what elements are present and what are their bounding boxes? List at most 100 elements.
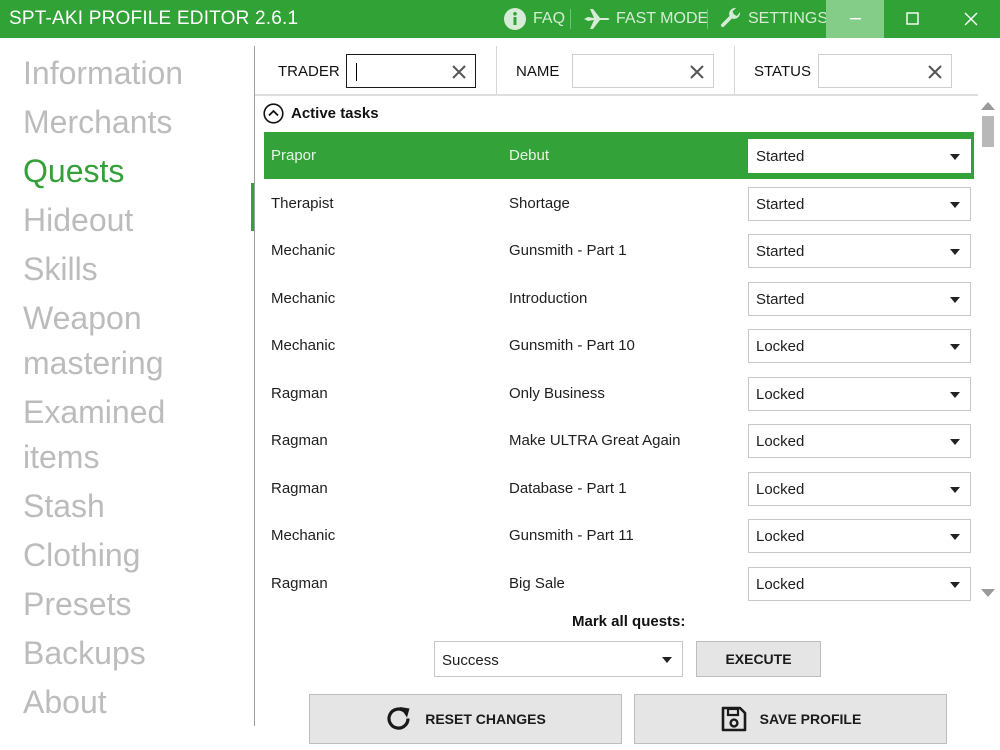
dropdown-arrow-icon [950,534,960,540]
quest-status-dropdown[interactable]: Started [748,139,971,173]
dropdown-arrow-icon [950,392,960,398]
quest-status-value: Locked [756,338,805,355]
dropdown-arrow-icon [662,657,672,663]
sidebar-item-weapon-mastering[interactable]: Weapon mastering [23,296,248,386]
quest-status-dropdown[interactable]: Started [748,234,971,268]
fast-mode-button[interactable]: FAST MODE [583,0,708,38]
quest-status-dropdown[interactable]: Locked [748,519,971,553]
quest-name: Make ULTRA Great Again [509,432,681,449]
execute-label: EXECUTE [725,651,792,667]
faq-button[interactable]: FAQ [503,0,565,38]
quest-status-dropdown[interactable]: Locked [748,329,971,363]
save-floppy-icon [721,706,746,732]
quest-row[interactable]: Prapor Debut Started [264,132,974,179]
quest-trader: Mechanic [271,337,336,354]
quest-status-dropdown[interactable]: Started [748,282,971,316]
save-profile-label: SAVE PROFILE [759,711,862,727]
quest-status-value: Started [756,148,805,165]
settings-button[interactable]: SETTINGS [719,0,828,38]
quest-row[interactable]: Mechanic Introduction Started [264,275,974,322]
status-filter-label: STATUS [754,63,811,80]
reset-changes-label: RESET CHANGES [425,711,546,727]
quest-name: Gunsmith - Part 11 [509,527,634,544]
quest-row[interactable]: Ragman Only Business Locked [264,370,974,417]
dropdown-arrow-icon [950,439,960,445]
mark-all-status-dropdown[interactable]: Success [434,641,683,677]
sidebar-item-examined-items[interactable]: Examined items [23,390,248,480]
scroll-down-arrow-icon[interactable] [981,589,995,597]
minimize-icon [850,18,861,20]
airplane-icon [583,8,611,30]
quest-trader: Mechanic [271,290,336,307]
save-profile-button[interactable]: SAVE PROFILE [634,694,947,744]
trader-filter-label: TRADER [278,63,340,80]
quest-name: Gunsmith - Part 10 [509,337,635,354]
dropdown-arrow-icon [950,297,960,303]
header-divider [255,94,978,96]
close-window-button[interactable] [942,0,1000,38]
quest-trader: Therapist [271,195,334,212]
sidebar-item-information[interactable]: Information [23,51,248,96]
maximize-icon [906,12,919,25]
quest-status-dropdown[interactable]: Locked [748,377,971,411]
quest-row[interactable]: Ragman Database - Part 1 Locked [264,465,974,512]
quest-status-dropdown[interactable]: Locked [748,472,971,506]
quest-trader: Ragman [271,575,328,592]
sidebar-item-quests[interactable]: Quests [23,149,248,194]
mark-all-status-value: Success [442,652,499,669]
sidebar-item-presets[interactable]: Presets [23,582,248,627]
clear-icon[interactable] [689,64,705,80]
sidebar-item-stash[interactable]: Stash [23,484,248,529]
column-separator [734,46,735,94]
title-separator [570,9,571,29]
quest-row[interactable]: Ragman Make ULTRA Great Again Locked [264,417,974,464]
quest-status-value: Locked [756,386,805,403]
quest-status-dropdown[interactable]: Locked [748,567,971,601]
name-filter-field [572,54,714,88]
column-separator [496,46,497,94]
sidebar-item-clothing[interactable]: Clothing [23,533,248,578]
dropdown-arrow-icon [950,582,960,588]
sidebar-nav: Information Merchants Quests Hideout Ski… [0,38,255,726]
faq-label: FAQ [533,10,566,27]
quest-name: Only Business [509,385,605,402]
quest-status-value: Locked [756,481,805,498]
active-tasks-group-header[interactable]: Active tasks [263,101,379,125]
quest-row[interactable]: Ragman Big Sale Locked [264,560,974,607]
quest-trader: Ragman [271,432,328,449]
sidebar-item-about[interactable]: About [23,680,248,725]
text-caret [356,63,357,81]
quest-name: Introduction [509,290,588,307]
chevron-up-circle-icon [263,102,284,124]
clear-icon[interactable] [927,64,943,80]
close-icon [964,12,978,26]
settings-label: SETTINGS [748,10,829,27]
sidebar-item-merchants[interactable]: Merchants [23,100,248,145]
maximize-button[interactable] [884,0,942,38]
sidebar-item-backups[interactable]: Backups [23,631,248,676]
quest-row[interactable]: Mechanic Gunsmith - Part 1 Started [264,227,974,274]
title-bar: SPT-AKI PROFILE EDITOR 2.6.1 FAQ FAST MO… [0,0,1000,38]
fast-mode-label: FAST MODE [616,10,709,27]
reset-changes-button[interactable]: RESET CHANGES [309,694,622,744]
quest-name: Gunsmith - Part 1 [509,242,627,259]
sidebar-divider [254,46,255,726]
quest-trader: Ragman [271,385,328,402]
quest-row[interactable]: Mechanic Gunsmith - Part 10 Locked [264,322,974,369]
sidebar-item-skills[interactable]: Skills [23,247,248,292]
sidebar-item-hideout[interactable]: Hideout [23,198,248,243]
scrollbar-thumb[interactable] [982,116,994,147]
minimize-button[interactable] [826,0,884,38]
execute-button[interactable]: EXECUTE [696,641,821,677]
quest-trader: Mechanic [271,242,336,259]
scroll-up-arrow-icon[interactable] [981,102,995,110]
quest-status-value: Started [756,243,805,260]
quest-status-dropdown[interactable]: Locked [748,424,971,458]
quest-row[interactable]: Therapist Shortage Started [264,180,974,227]
clear-icon[interactable] [451,64,467,80]
dropdown-arrow-icon [950,487,960,493]
quest-status-dropdown[interactable]: Started [748,187,971,221]
dropdown-arrow-icon [950,202,960,208]
quest-row[interactable]: Mechanic Gunsmith - Part 11 Locked [264,512,974,559]
quest-trader: Mechanic [271,527,336,544]
